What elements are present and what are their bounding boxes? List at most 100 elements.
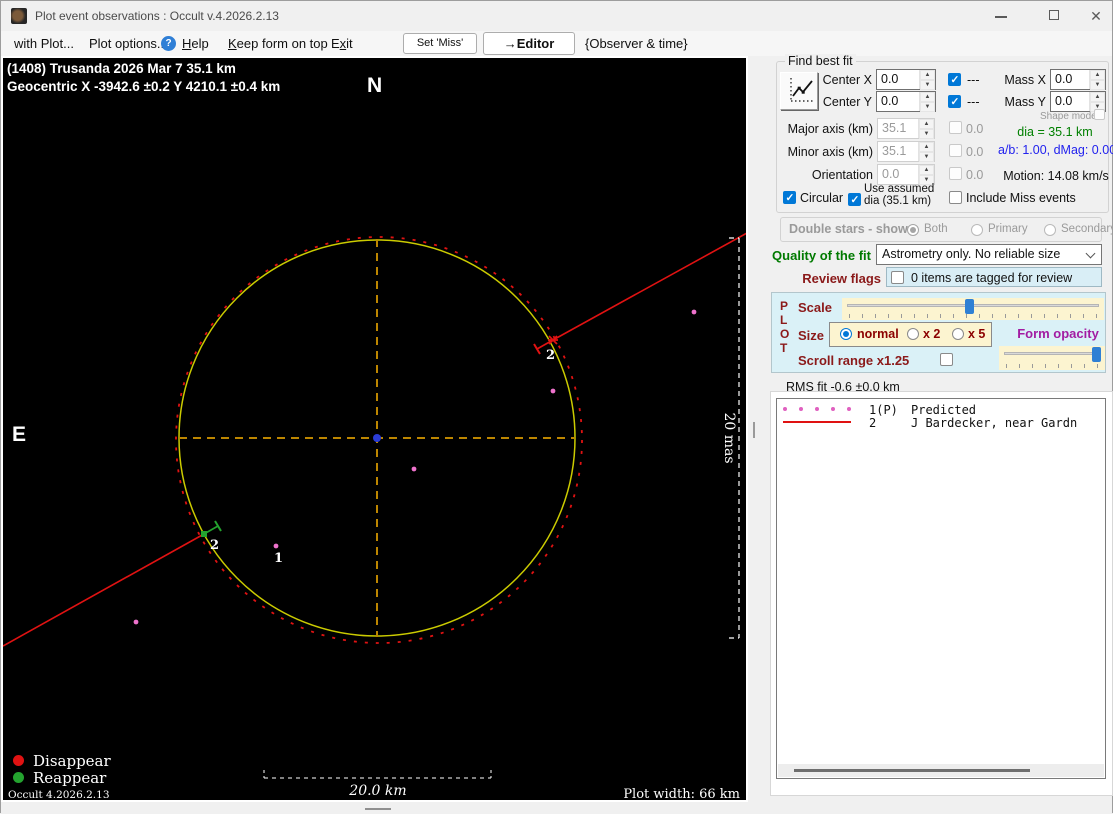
- double-stars-both-label: Both: [924, 223, 948, 235]
- splitter-handle[interactable]: [753, 422, 755, 438]
- form-opacity-label: Form opacity: [1017, 326, 1099, 341]
- center-x-value[interactable]: 0.0: [877, 70, 919, 89]
- spin-up-icon: ▲: [919, 119, 934, 129]
- north-label: N: [367, 74, 383, 97]
- size-x5-radio[interactable]: [952, 328, 964, 340]
- mass-x-spinner[interactable]: 0.0 ▲ ▼: [1050, 69, 1106, 90]
- center-dot: [373, 434, 381, 442]
- include-miss-checkbox[interactable]: [949, 191, 962, 204]
- spin-up-icon[interactable]: ▲: [920, 92, 935, 102]
- ab-dmag-text: a/b: 1.00, dMag: 0.00: [998, 143, 1113, 157]
- form-opacity-slider[interactable]: [999, 346, 1105, 370]
- list-item[interactable]: 1(P) Predicted: [777, 403, 1105, 417]
- center-x-checkbox[interactable]: [948, 73, 961, 86]
- list-item-id: 2: [869, 416, 877, 430]
- size-x2-radio[interactable]: [907, 328, 919, 340]
- list-item-name: Predicted: [911, 403, 977, 417]
- menu-with-plot[interactable]: with Plot...: [14, 36, 74, 51]
- review-flags-checkbox[interactable]: [891, 271, 904, 284]
- center-y-checkbox[interactable]: [948, 95, 961, 108]
- double-stars-primary-label: Primary: [988, 223, 1028, 235]
- list-item[interactable]: 2 J Bardecker, near Gardn: [777, 416, 1105, 430]
- use-assumed-checkbox[interactable]: [848, 193, 861, 206]
- double-stars-primary-radio[interactable]: [971, 224, 983, 236]
- close-icon: ✕: [1090, 8, 1102, 24]
- plot-svg[interactable]: 2 2 1 20 mas: [3, 58, 746, 800]
- chevron-down-icon: [1085, 248, 1096, 259]
- find-best-fit-title: Find best fit: [785, 54, 856, 68]
- horizontal-scrollbar[interactable]: [778, 764, 1104, 777]
- scrollbar-thumb[interactable]: [794, 769, 1030, 772]
- center-x-suffix: ---: [967, 73, 980, 87]
- scale-slider[interactable]: [842, 298, 1104, 320]
- center-y-spin-buttons[interactable]: ▲ ▼: [919, 92, 935, 112]
- predicted-line-sample: [783, 406, 851, 412]
- minor-axis-spin-buttons: ▲ ▼: [918, 142, 934, 162]
- menu-keep-on-top[interactable]: Keep form on top: [228, 36, 328, 51]
- scroll-range-checkbox[interactable]: [940, 353, 953, 366]
- help-icon: ?: [161, 36, 176, 51]
- maximize-button[interactable]: [1034, 1, 1074, 31]
- diameter-text: dia = 35.1 km: [1017, 125, 1093, 139]
- spin-down-icon[interactable]: ▼: [1090, 80, 1105, 90]
- predicted-path-dot-2: [411, 466, 417, 472]
- quality-fit-combobox[interactable]: Astrometry only. No reliable size: [876, 244, 1102, 265]
- mass-x-value[interactable]: 0.0: [1051, 70, 1089, 89]
- shape-model-checkbox[interactable]: [1094, 109, 1105, 120]
- size-radio-group: normal x 2 x 5: [829, 322, 992, 347]
- shape-model-label: Shape model: [1040, 111, 1099, 122]
- plot-area[interactable]: 2 2 1 20 mas (1408) Trusanda 2026 Mar 7 35.…: [1, 56, 748, 802]
- mass-y-value[interactable]: 0.0: [1051, 92, 1089, 111]
- menu-help[interactable]: Help: [182, 36, 209, 51]
- close-button[interactable]: ✕: [1076, 1, 1113, 31]
- set-miss-times-button[interactable]: Set 'Miss' Times: [403, 33, 477, 68]
- form-opacity-thumb[interactable]: [1092, 347, 1101, 362]
- orientation-checkbox[interactable]: [949, 167, 962, 180]
- minor-axis-label: Minor axis (km): [787, 145, 873, 159]
- plot-letter-l: L: [780, 313, 788, 327]
- window-title: Plot event observations : Occult v.4.202…: [35, 9, 279, 23]
- circular-label: Circular: [800, 191, 844, 205]
- spin-up-icon[interactable]: ▲: [920, 70, 935, 80]
- circular-checkbox[interactable]: [783, 191, 796, 204]
- spin-down-icon[interactable]: ▼: [920, 80, 935, 90]
- maximize-icon: [1049, 10, 1059, 20]
- spin-down-icon[interactable]: ▼: [920, 102, 935, 112]
- predicted-path-dot-1: [550, 388, 556, 394]
- menu-exit[interactable]: Exit: [331, 36, 353, 51]
- application-window: Plot event observations : Occult v.4.202…: [0, 0, 1113, 814]
- reappear-errorbar: [203, 525, 219, 535]
- observations-listbox[interactable]: 1(P) Predicted 2 J Bardecker, near Gardn: [776, 398, 1106, 779]
- center-x-spinner[interactable]: 0.0 ▲ ▼: [876, 69, 936, 90]
- major-axis-label: Major axis (km): [787, 122, 873, 136]
- major-axis-sigma: 0.0: [966, 122, 984, 136]
- mass-x-label: Mass X: [1004, 73, 1046, 87]
- major-axis-checkbox[interactable]: [949, 121, 962, 134]
- minimize-button[interactable]: [981, 1, 1021, 31]
- center-y-spinner[interactable]: 0.0 ▲ ▼: [876, 91, 936, 112]
- reappear-chord-label: 2: [210, 538, 219, 553]
- menu-observer-time[interactable]: {Observer & time}: [585, 36, 688, 51]
- spin-up-icon[interactable]: ▲: [1090, 70, 1105, 80]
- mass-x-spin-buttons[interactable]: ▲ ▼: [1089, 70, 1105, 90]
- list-item-id: 1(P): [869, 403, 898, 417]
- plot-title-line2: Geocentric X -3942.6 ±0.2 Y 4210.1 ±0.4 …: [7, 79, 281, 94]
- form-opacity-groove: [1004, 352, 1100, 355]
- size-x2-label: x 2: [923, 327, 941, 341]
- major-axis-value: 35.1: [882, 121, 907, 135]
- scale-bar-label: 20.0 km: [349, 783, 407, 799]
- minor-axis-checkbox[interactable]: [949, 144, 962, 157]
- center-y-value[interactable]: 0.0: [877, 92, 919, 111]
- spin-down-icon: ▼: [919, 152, 934, 162]
- scale-slider-thumb[interactable]: [965, 299, 974, 314]
- size-label: Size: [798, 328, 825, 343]
- menu-plot-options[interactable]: Plot options...: [89, 36, 168, 51]
- double-stars-secondary-radio[interactable]: [1044, 224, 1056, 236]
- size-normal-radio[interactable]: [840, 328, 852, 340]
- orientation-sigma: 0.0: [966, 168, 984, 182]
- predicted-path-dot-3: [273, 543, 279, 549]
- editor-button[interactable]: →Editor: [483, 32, 575, 55]
- spin-up-icon[interactable]: ▲: [1090, 92, 1105, 102]
- center-x-spin-buttons[interactable]: ▲ ▼: [919, 70, 935, 90]
- double-stars-both-radio[interactable]: [907, 224, 919, 236]
